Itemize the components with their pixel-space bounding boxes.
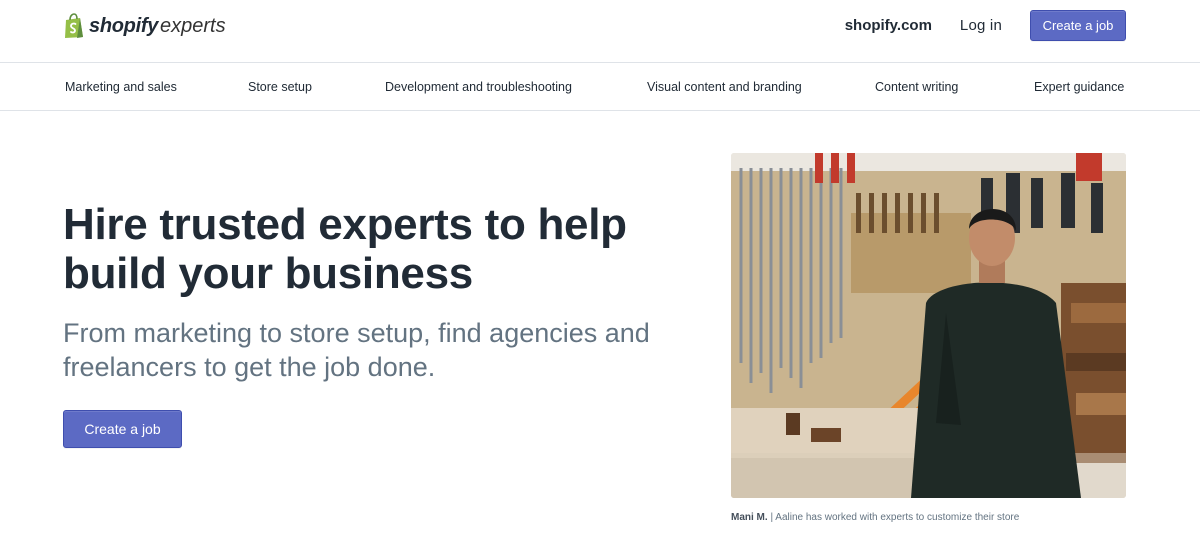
caption-description: Aaline has worked with experts to custom… bbox=[775, 512, 1020, 523]
nav-item-marketing-and-sales[interactable]: Marketing and sales bbox=[65, 80, 177, 94]
logo-brand-text: shopify bbox=[89, 14, 159, 37]
header-create-job-button[interactable]: Create a job bbox=[1030, 10, 1126, 41]
nav-item-visual-content-and-branding[interactable]: Visual content and branding bbox=[647, 80, 802, 94]
nav-item-expert-guidance[interactable]: Expert guidance bbox=[1034, 80, 1124, 94]
caption-person-name: Mani M. bbox=[731, 512, 768, 523]
shopify-experts-logo[interactable]: shopify experts bbox=[63, 12, 226, 40]
shopify-bag-logo-icon bbox=[63, 13, 85, 39]
header-actions: shopify.com Log in Create a job bbox=[845, 10, 1126, 41]
site-header: shopify experts shopify.com Log in Creat… bbox=[0, 0, 1200, 63]
hero-title: Hire trusted experts to help build your … bbox=[63, 200, 627, 298]
logo-wordmark: shopify experts bbox=[89, 15, 226, 38]
category-nav: Marketing and sales Store setup Developm… bbox=[0, 63, 1200, 111]
workshop-photo-illustration bbox=[731, 153, 1126, 498]
nav-item-development-and-troubleshooting[interactable]: Development and troubleshooting bbox=[385, 80, 572, 94]
hero-photo bbox=[731, 153, 1126, 498]
nav-item-content-writing[interactable]: Content writing bbox=[875, 80, 958, 94]
photo-caption: Mani M. | Aaline has worked with experts… bbox=[731, 512, 1019, 523]
hero-subtitle: From marketing to store setup, find agen… bbox=[63, 318, 650, 382]
hero-create-job-button[interactable]: Create a job bbox=[63, 410, 182, 448]
nav-item-store-setup[interactable]: Store setup bbox=[248, 80, 312, 94]
logo-suffix-text: experts bbox=[160, 14, 226, 37]
shopify-com-link[interactable]: shopify.com bbox=[845, 17, 932, 34]
login-link[interactable]: Log in bbox=[960, 17, 1002, 34]
